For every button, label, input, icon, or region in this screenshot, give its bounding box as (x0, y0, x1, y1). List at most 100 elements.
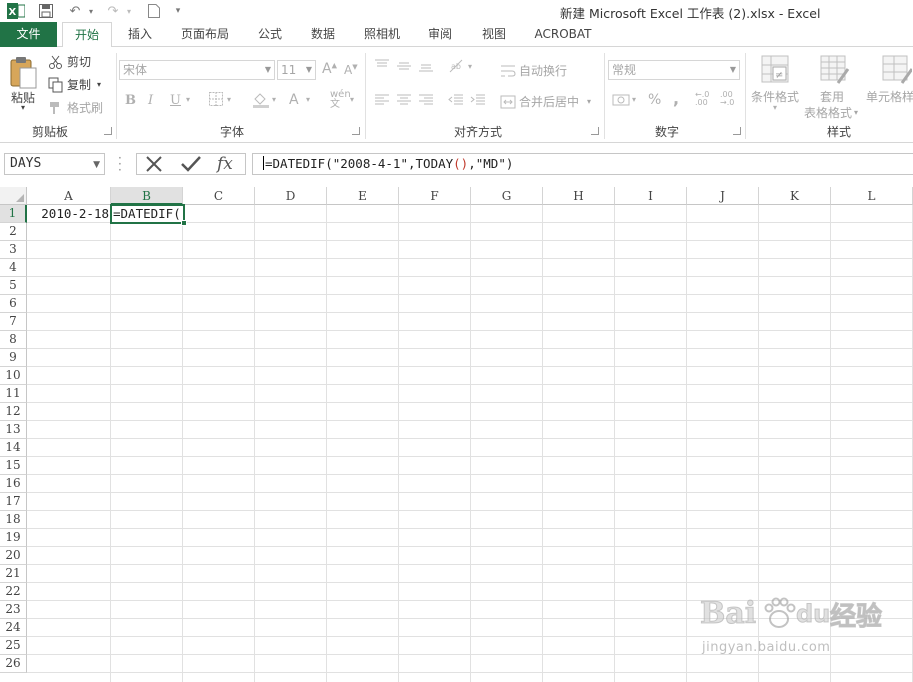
format-as-table-icon[interactable] (820, 55, 850, 89)
tab-acrobat[interactable]: ACROBAT (526, 22, 600, 47)
redo-icon[interactable]: ↷ (104, 2, 122, 20)
drag-handle-icon[interactable]: · · · (118, 152, 122, 176)
copy-dropdown-icon[interactable]: ▾ (97, 80, 101, 89)
tab-data[interactable]: 数据 (302, 22, 344, 47)
alignment-launcher-icon[interactable] (591, 127, 599, 135)
new-document-icon[interactable] (146, 2, 162, 20)
row-header-3[interactable]: 3 (0, 241, 27, 259)
row-header-6[interactable]: 6 (0, 295, 27, 313)
font-color-icon[interactable]: A (289, 92, 299, 108)
increase-indent-icon[interactable] (470, 93, 486, 111)
column-header-e[interactable]: E (327, 187, 399, 205)
row-header-12[interactable]: 12 (0, 403, 27, 421)
column-header-a[interactable]: A (27, 187, 111, 205)
row-header-26[interactable]: 26 (0, 655, 27, 673)
cell-styles-icon[interactable] (882, 55, 913, 89)
cut-button[interactable]: 剪切 (48, 53, 91, 70)
row-header-25[interactable]: 25 (0, 637, 27, 655)
enter-check-icon[interactable] (181, 156, 201, 175)
merge-center-button[interactable]: 合并后居中 ▾ (500, 93, 591, 110)
row-header-8[interactable]: 8 (0, 331, 27, 349)
cell-styles-button[interactable]: 单元格样 (866, 88, 913, 105)
column-header-h[interactable]: H (543, 187, 615, 205)
align-middle-icon[interactable] (396, 59, 412, 77)
redo-dropdown-icon[interactable]: ▾ (124, 2, 134, 20)
copy-button[interactable]: 复制 ▾ (48, 76, 101, 93)
font-launcher-icon[interactable] (352, 127, 360, 135)
row-header-19[interactable]: 19 (0, 529, 27, 547)
decrease-decimal-icon[interactable]: .00 →.0 (720, 91, 734, 107)
row-header-11[interactable]: 11 (0, 385, 27, 403)
orientation-dropdown-icon[interactable]: ▾ (468, 62, 472, 71)
number-format-combo[interactable]: 常规 ▼ (608, 60, 740, 80)
increase-font-size-icon[interactable]: A▲ (322, 61, 337, 77)
cell-b1[interactable]: =DATEDIF( (110, 204, 187, 226)
italic-button[interactable]: I (148, 93, 153, 108)
format-painter-button[interactable]: 格式刷 (48, 99, 103, 116)
cell-a1[interactable]: 2010-2-18 (28, 205, 111, 223)
select-all-button[interactable] (0, 187, 27, 205)
font-name-combo[interactable]: 宋体 ▼ (119, 60, 275, 80)
tab-page-layout[interactable]: 页面布局 (172, 22, 238, 47)
phonetic-guide-icon[interactable]: wén 文 (330, 90, 351, 110)
conditional-formatting-icon[interactable]: ≠ (761, 55, 789, 89)
fill-handle[interactable] (181, 220, 187, 226)
row-header-1[interactable]: 1 (0, 205, 27, 223)
number-launcher-icon[interactable] (733, 127, 741, 135)
underline-button[interactable]: U (170, 93, 181, 108)
row-header-14[interactable]: 14 (0, 439, 27, 457)
phonetic-dropdown-icon[interactable]: ▾ (350, 95, 354, 104)
font-color-dropdown-icon[interactable]: ▾ (306, 95, 310, 104)
column-header-b[interactable]: B (111, 187, 183, 205)
orientation-icon[interactable]: ab (448, 58, 466, 78)
align-bottom-icon[interactable] (418, 59, 434, 77)
align-center-icon[interactable] (396, 93, 412, 111)
increase-decimal-icon[interactable]: ←.0.00 (695, 91, 709, 107)
format-as-table-button[interactable]: 表格格式 ▾ (804, 104, 858, 121)
row-header-22[interactable]: 22 (0, 583, 27, 601)
row-header-15[interactable]: 15 (0, 457, 27, 475)
row-header-16[interactable]: 16 (0, 475, 27, 493)
customize-quick-access-icon[interactable]: ▾ (172, 2, 184, 20)
formula-input[interactable]: =DATEDIF("2008-4-1",TODAY(),"MD") (252, 153, 913, 175)
accounting-dropdown-icon[interactable]: ▾ (632, 95, 636, 104)
paste-icon[interactable] (8, 53, 42, 93)
merge-dropdown-icon[interactable]: ▾ (587, 97, 591, 106)
row-header-24[interactable]: 24 (0, 619, 27, 637)
tab-home[interactable]: 开始 (62, 22, 112, 48)
tab-camera[interactable]: 照相机 (356, 22, 408, 47)
tab-insert[interactable]: 插入 (118, 22, 162, 47)
underline-dropdown-icon[interactable]: ▾ (186, 95, 190, 104)
borders-dropdown-icon[interactable]: ▾ (227, 95, 231, 104)
row-header-20[interactable]: 20 (0, 547, 27, 565)
tab-file[interactable]: 文件 (0, 22, 57, 47)
row-header-21[interactable]: 21 (0, 565, 27, 583)
borders-icon[interactable] (209, 92, 223, 110)
row-header-2[interactable]: 2 (0, 223, 27, 241)
cancel-icon[interactable] (145, 156, 163, 175)
fill-color-dropdown-icon[interactable]: ▾ (272, 95, 276, 104)
accounting-format-icon[interactable] (612, 92, 630, 112)
column-header-k[interactable]: K (759, 187, 831, 205)
tab-view[interactable]: 视图 (472, 22, 516, 47)
row-header-7[interactable]: 7 (0, 313, 27, 331)
decrease-font-size-icon[interactable]: A▼ (344, 63, 358, 77)
clipboard-launcher-icon[interactable] (104, 127, 112, 135)
row-header-23[interactable]: 23 (0, 601, 27, 619)
bold-button[interactable]: B (125, 93, 136, 108)
row-header-4[interactable]: 4 (0, 259, 27, 277)
column-header-c[interactable]: C (183, 187, 255, 205)
row-header-5[interactable]: 5 (0, 277, 27, 295)
column-header-g[interactable]: G (471, 187, 543, 205)
save-icon[interactable] (36, 2, 56, 20)
row-header-18[interactable]: 18 (0, 511, 27, 529)
row-header-9[interactable]: 9 (0, 349, 27, 367)
insert-function-button[interactable]: fx (217, 154, 233, 174)
undo-icon[interactable]: ↶ (66, 2, 84, 20)
column-header-l[interactable]: L (831, 187, 913, 205)
font-size-combo[interactable]: 11 ▼ (277, 60, 316, 80)
paste-dropdown-icon[interactable]: ▾ (21, 103, 25, 112)
name-box[interactable]: DAYS ▼ (4, 153, 105, 175)
conditional-dropdown-icon[interactable]: ▾ (773, 103, 777, 112)
chevron-down-icon[interactable]: ▼ (93, 155, 100, 175)
